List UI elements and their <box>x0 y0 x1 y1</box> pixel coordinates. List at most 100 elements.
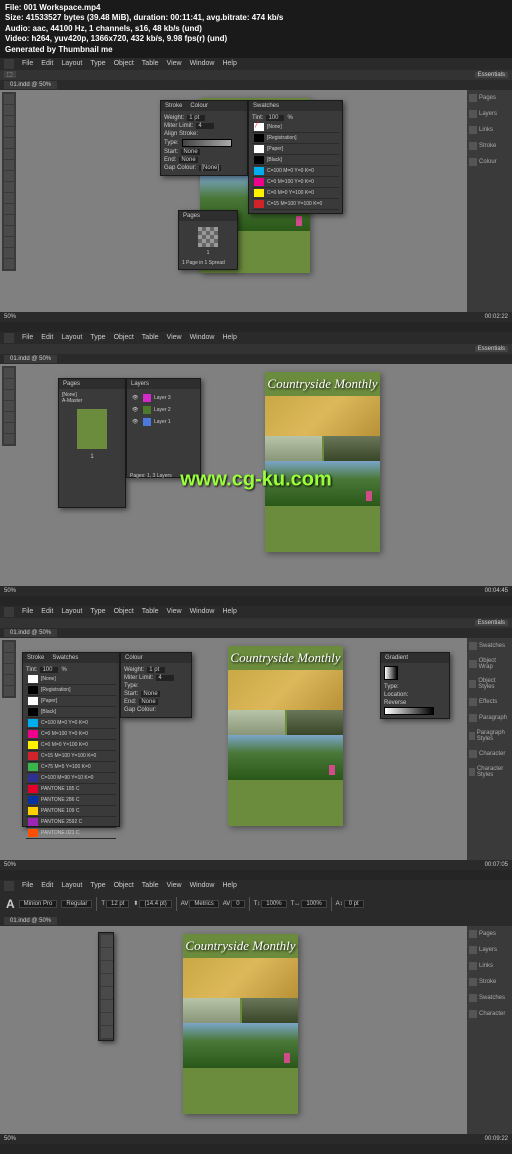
line-tool[interactable] <box>4 149 14 159</box>
tint-input[interactable]: 100 <box>266 115 284 121</box>
rectangle-tool[interactable] <box>101 1000 113 1012</box>
swatch-item[interactable]: C=0 M=0 Y=100 K=0 <box>26 740 116 751</box>
layer-row[interactable]: 👁Layer 3 <box>130 392 197 404</box>
page-thumbnail[interactable] <box>198 227 218 247</box>
menu-object[interactable]: Object <box>114 608 134 615</box>
type-tool[interactable] <box>4 390 14 400</box>
document-tab[interactable]: 01.indd @ 50% <box>4 917 57 925</box>
swatch-item[interactable]: C=75 M=5 Y=100 K=0 <box>26 762 116 773</box>
rectangle-tool[interactable] <box>4 412 14 422</box>
stroke-panel[interactable]: Stroke Colour Weight:1 pt Miter Limit:4 … <box>160 100 248 176</box>
swatch-item[interactable]: C=0 M=100 Y=0 K=0 <box>26 729 116 740</box>
layer-row[interactable]: 👁Layer 2 <box>130 404 197 416</box>
menu-help[interactable]: Help <box>222 334 236 341</box>
direct-selection-tool[interactable] <box>4 379 14 389</box>
selection-tool[interactable] <box>4 642 14 652</box>
menu-type[interactable]: Type <box>90 60 105 67</box>
zoom-tool[interactable] <box>4 434 14 444</box>
menu-layout[interactable]: Layout <box>61 334 82 341</box>
hand-tool[interactable] <box>4 423 14 433</box>
swatch-cyan[interactable]: C=100 M=0 Y=0 K=0 <box>252 166 339 177</box>
menu-object[interactable]: Object <box>114 334 134 341</box>
menu-type[interactable]: Type <box>90 334 105 341</box>
transform-tool[interactable] <box>4 215 14 225</box>
baseline-input[interactable]: 0 pt <box>344 900 364 908</box>
zoom-level[interactable]: 50% <box>4 588 16 594</box>
pen-tool[interactable] <box>4 160 14 170</box>
pstyles-icon[interactable] <box>469 732 475 740</box>
swatch-item[interactable]: C=100 M=0 Y=0 K=0 <box>26 718 116 729</box>
type-tool[interactable] <box>4 138 14 148</box>
selection-tool[interactable] <box>101 935 113 947</box>
workspace-switcher[interactable]: Essentials <box>475 346 508 352</box>
menu-view[interactable]: View <box>167 334 182 341</box>
stroke-tab[interactable]: Stroke <box>27 655 44 661</box>
menu-help[interactable]: Help <box>222 608 236 615</box>
menu-window[interactable]: Window <box>190 60 215 67</box>
menu-window[interactable]: Window <box>190 608 215 615</box>
menu-table[interactable]: Table <box>142 882 159 889</box>
rectangle-tool[interactable] <box>4 675 14 685</box>
character-icon[interactable] <box>469 750 477 758</box>
kerning-input[interactable]: Metrics <box>189 900 218 908</box>
pages-tab[interactable]: Pages <box>183 213 200 219</box>
pages-icon[interactable] <box>469 930 477 938</box>
page-tool[interactable] <box>101 961 113 973</box>
end-select[interactable]: None <box>179 157 197 163</box>
swatch-magenta[interactable]: C=0 M=100 Y=0 K=0 <box>252 177 339 188</box>
colour-panel[interactable]: Colour Weight:1 pt Miter Limit:4 Type: S… <box>120 652 192 718</box>
menu-view[interactable]: View <box>167 608 182 615</box>
gradient-tool[interactable] <box>4 226 14 236</box>
menu-window[interactable]: Window <box>190 882 215 889</box>
eyedropper-tool[interactable] <box>4 237 14 247</box>
colour-tab[interactable]: Colour <box>190 103 208 109</box>
swatch-item[interactable]: C=100 M=90 Y=10 K=0 <box>26 773 116 784</box>
menu-edit[interactable]: Edit <box>41 608 53 615</box>
owrap-icon[interactable] <box>469 660 477 668</box>
floating-tools[interactable] <box>98 932 114 1041</box>
gap-colour-select[interactable]: [None] <box>199 165 221 171</box>
menu-file[interactable]: File <box>22 882 33 889</box>
menu-type[interactable]: Type <box>90 608 105 615</box>
stroke-tab[interactable]: Stroke <box>165 103 182 109</box>
swatches-icon[interactable] <box>469 642 477 650</box>
swatch-red[interactable]: C=15 M=100 Y=100 K=0 <box>252 199 339 210</box>
document-tab[interactable]: 01.indd @ 50% <box>4 629 57 637</box>
swatches-icon[interactable] <box>469 994 477 1002</box>
swatch-yellow[interactable]: C=0 M=0 Y=100 K=0 <box>252 188 339 199</box>
menu-edit[interactable]: Edit <box>41 882 53 889</box>
links-icon[interactable] <box>469 962 477 970</box>
zoom-tool[interactable] <box>101 1026 113 1038</box>
rectangle-frame-tool[interactable] <box>4 182 14 192</box>
menu-type[interactable]: Type <box>90 882 105 889</box>
pages-tab[interactable]: Pages <box>63 381 80 387</box>
zoom-level[interactable]: 50% <box>4 862 16 868</box>
zoom-level[interactable]: 50% <box>4 314 16 320</box>
swatch-none[interactable]: ╱[None] <box>252 122 339 133</box>
pages-icon[interactable] <box>469 94 477 102</box>
pages-mini-panel[interactable]: Pages 1 1 Page in 1 Spread <box>178 210 238 270</box>
document-canvas[interactable]: Countryside Monthly <box>183 934 298 1114</box>
swatch-black[interactable]: [Black] <box>252 155 339 166</box>
font-style-select[interactable]: Regular <box>61 900 92 908</box>
workspace-switcher[interactable]: Essentials <box>475 72 508 78</box>
hscale-input[interactable]: 100% <box>301 900 326 908</box>
swatch-item[interactable]: [Black] <box>26 707 116 718</box>
swatch-item[interactable]: PANTONE 286 C <box>26 795 116 806</box>
document-canvas[interactable]: Countryside Monthly <box>228 646 343 826</box>
swatch-item[interactable]: [Paper] <box>26 696 116 707</box>
menu-file[interactable]: File <box>22 60 33 67</box>
menu-layout[interactable]: Layout <box>61 882 82 889</box>
vscale-input[interactable]: 100% <box>261 900 286 908</box>
font-size-input[interactable]: 12 pt <box>106 900 129 908</box>
stroke-type-select[interactable] <box>182 139 232 147</box>
menu-view[interactable]: View <box>167 882 182 889</box>
menu-help[interactable]: Help <box>222 882 236 889</box>
direct-selection-tool[interactable] <box>101 948 113 960</box>
cstyles-icon[interactable] <box>469 768 475 776</box>
selection-tool[interactable] <box>4 94 14 104</box>
zoom-tool[interactable] <box>4 259 14 269</box>
scissors-tool[interactable] <box>4 204 14 214</box>
swatches-tab[interactable]: Swatches <box>52 655 78 661</box>
start-select[interactable]: None <box>181 149 199 155</box>
